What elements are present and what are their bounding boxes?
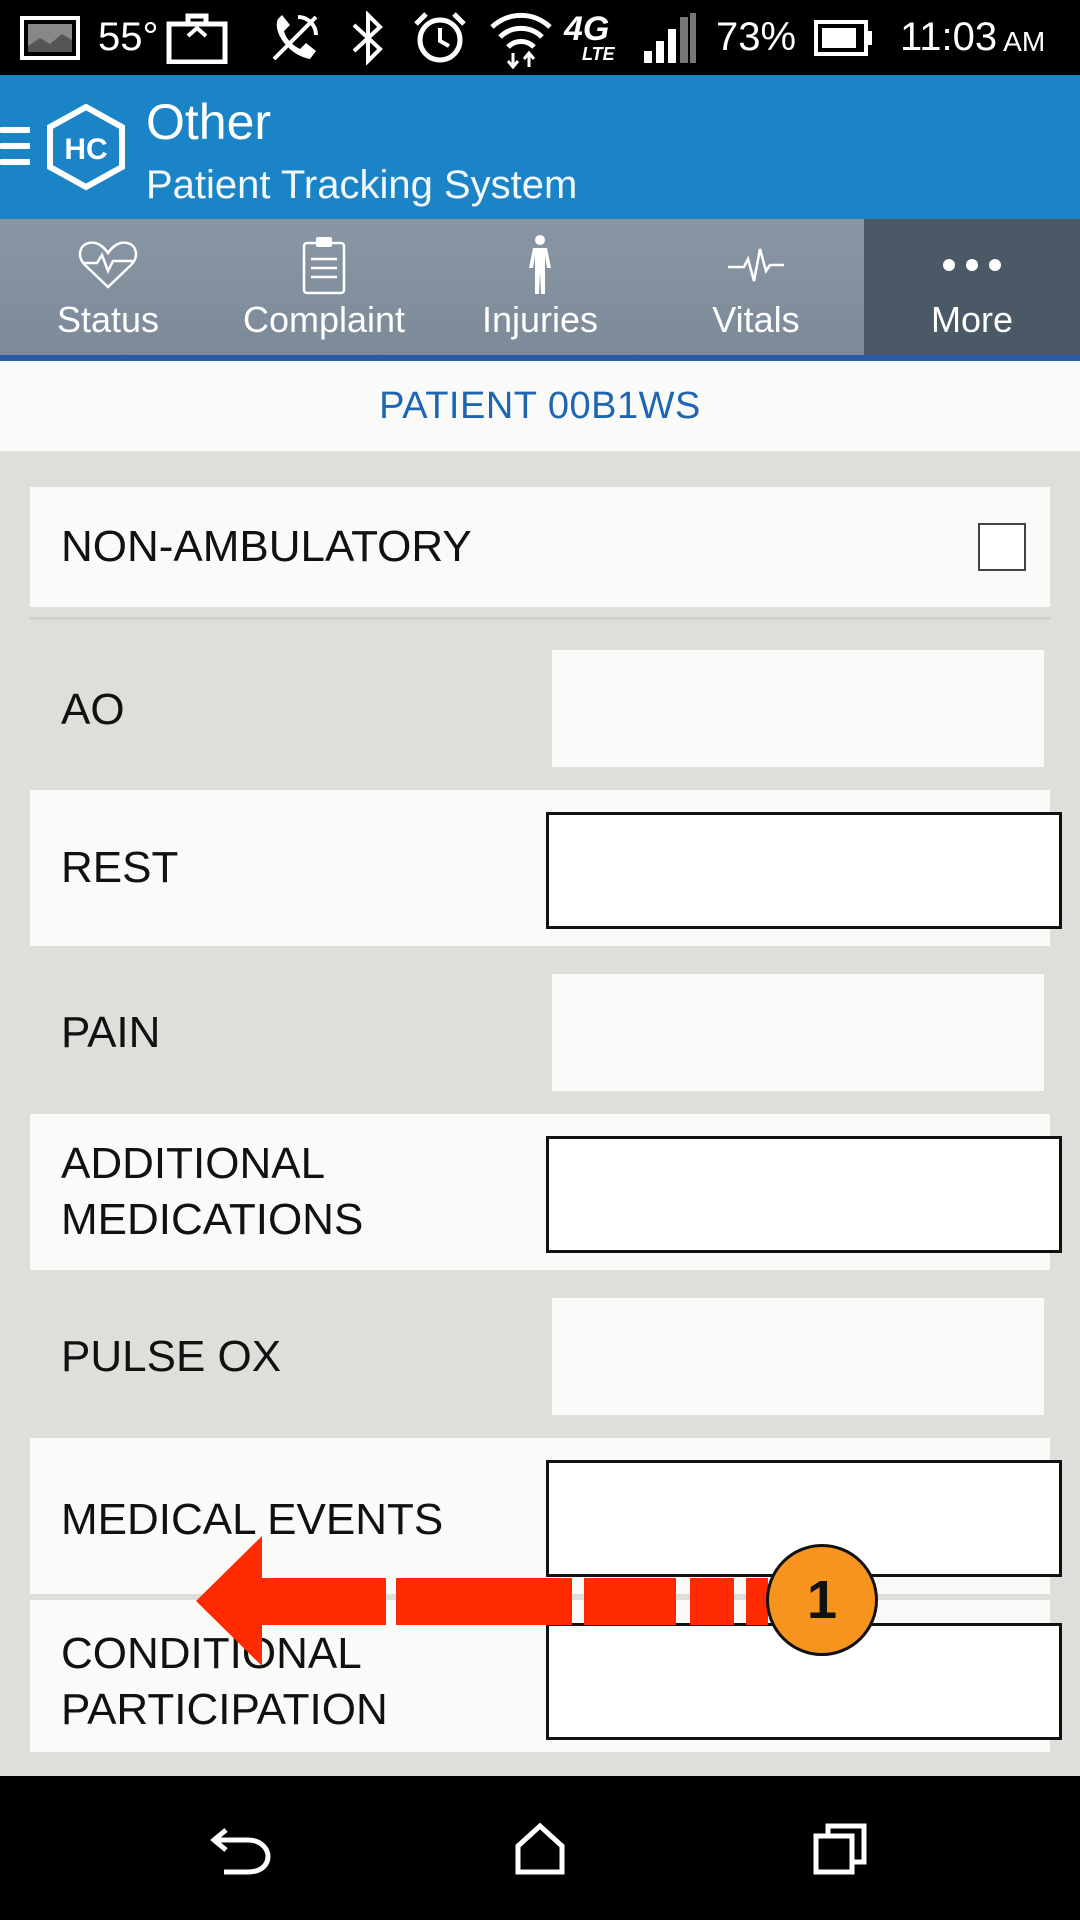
temperature-text: 55° xyxy=(98,15,159,59)
tab-status[interactable]: Status xyxy=(0,219,216,355)
tab-label: More xyxy=(930,299,1014,340)
pulse-icon xyxy=(648,233,864,297)
battery-icon xyxy=(812,0,876,75)
ao-field[interactable] xyxy=(552,650,1044,767)
menu-icon[interactable] xyxy=(0,127,30,167)
network-text: 4G xyxy=(564,9,610,48)
back-icon[interactable] xyxy=(200,1808,280,1888)
status-bar: 55° 4G LTE 73% 11:03 AM xyxy=(0,0,1080,75)
tab-label: Status xyxy=(56,299,160,340)
clock-ampm: AM xyxy=(1003,25,1046,57)
pulse-ox-field[interactable] xyxy=(552,1298,1044,1415)
battery-percent-text: 73% xyxy=(716,15,797,59)
additional-medications-field[interactable] xyxy=(546,1136,1062,1253)
image-icon xyxy=(20,0,80,75)
tab-label: Injuries xyxy=(481,299,599,340)
app-bar: HC Other Patient Tracking System xyxy=(0,75,1080,219)
divider xyxy=(30,617,1050,620)
home-icon[interactable] xyxy=(500,1808,580,1888)
pain-row: PAIN xyxy=(30,968,1050,1098)
tab-bar: Status Complaint Injuries Vitals More xyxy=(0,219,1080,361)
pain-field[interactable] xyxy=(552,974,1044,1091)
pain-label: PAIN xyxy=(61,1008,161,1057)
app-logo: HC xyxy=(46,103,126,191)
additional-medications-row: ADDITIONAL MEDICATIONS xyxy=(30,1114,1062,1270)
svg-text:HC: HC xyxy=(64,133,107,166)
tab-injuries[interactable]: Injuries xyxy=(432,219,648,355)
bluetooth-icon xyxy=(350,0,386,75)
tab-label: Complaint xyxy=(242,299,406,340)
rest-field[interactable] xyxy=(546,812,1062,929)
non-ambulatory-checkbox[interactable] xyxy=(978,523,1026,571)
tab-complaint[interactable]: Complaint xyxy=(216,219,432,355)
more-dots-icon xyxy=(864,233,1080,297)
non-ambulatory-row: NON-AMBULATORY xyxy=(30,487,1050,607)
label-line: ADDITIONAL xyxy=(61,1139,326,1188)
rest-label: REST xyxy=(61,843,179,892)
briefcase-icon xyxy=(166,0,228,75)
clock-time: 11:03 xyxy=(900,15,998,59)
ao-row: AO xyxy=(30,645,1050,775)
heart-pulse-icon xyxy=(0,233,216,297)
navigation-bar xyxy=(0,1776,1080,1920)
recents-icon[interactable] xyxy=(800,1808,880,1888)
network-sub-text: LTE xyxy=(582,43,615,64)
app-subtitle: Patient Tracking System xyxy=(146,163,578,207)
wifi-icon xyxy=(488,0,554,75)
medical-events-label: MEDICAL EVENTS xyxy=(61,1495,444,1544)
pulse-ox-label: PULSE OX xyxy=(61,1332,282,1381)
tab-vitals[interactable]: Vitals xyxy=(648,219,864,355)
additional-medications-label: ADDITIONAL MEDICATIONS xyxy=(61,1136,363,1248)
patient-header: PATIENT 00B1WS xyxy=(0,361,1080,451)
app-title: Other xyxy=(146,94,272,150)
clipboard-icon xyxy=(216,233,432,297)
pulse-ox-row: PULSE OX xyxy=(30,1292,1050,1422)
alarm-icon xyxy=(412,0,468,75)
label-line: CONDITIONAL xyxy=(61,1629,362,1678)
lte-icon: 4G LTE xyxy=(564,0,615,75)
body-icon xyxy=(432,233,648,297)
tab-label: Vitals xyxy=(712,299,800,340)
label-line: PARTICIPATION xyxy=(61,1685,388,1734)
medical-events-row: MEDICAL EVENTS xyxy=(30,1438,1062,1594)
conditional-participation-row: CONDITIONAL PARTICIPATION xyxy=(30,1600,1062,1752)
phone-mute-icon xyxy=(268,0,322,75)
tab-more[interactable]: More xyxy=(864,219,1080,355)
label-line: MEDICATIONS xyxy=(61,1195,364,1244)
ao-label: AO xyxy=(61,685,125,734)
rest-row: REST xyxy=(30,790,1062,946)
non-ambulatory-label: NON-AMBULATORY xyxy=(61,522,472,571)
step-badge: 1 xyxy=(766,1544,878,1656)
signal-icon xyxy=(640,0,700,75)
conditional-participation-label: CONDITIONAL PARTICIPATION xyxy=(61,1626,388,1738)
